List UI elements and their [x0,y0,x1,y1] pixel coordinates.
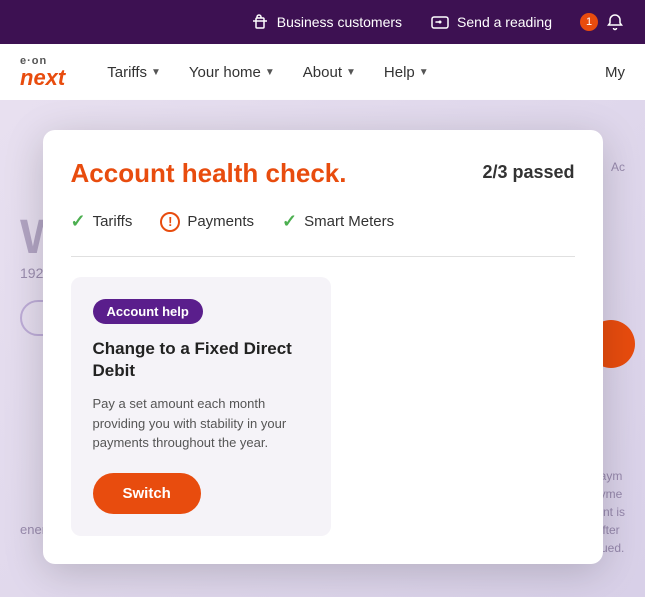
card-badge: Account help [93,299,203,324]
nav-items-container: Tariffs ▼ Your home ▼ About ▼ Help ▼ [95,56,605,89]
nav-my-account[interactable]: My [605,64,625,81]
check-payments-label: Payments [187,213,254,230]
nav-help[interactable]: Help ▼ [372,56,441,89]
briefcase-icon [250,12,270,32]
check-items-row: ✓ Tariffs ! Payments ✓ Smart Meters [71,211,575,232]
smart-meters-pass-icon: ✓ [282,211,297,232]
main-navigation: e·on next Tariffs ▼ Your home ▼ About ▼ … [0,44,645,100]
meter-icon [430,12,450,32]
send-reading-link[interactable]: Send a reading [430,12,552,32]
check-smart-meters: ✓ Smart Meters [282,211,394,232]
bell-icon [605,12,625,32]
tariffs-chevron-icon: ▼ [151,67,161,78]
card-title: Change to a Fixed Direct Debit [93,338,309,382]
business-customers-link[interactable]: Business customers [250,12,402,32]
modal-divider [71,256,575,257]
payments-warn-icon: ! [160,212,180,232]
nav-about-label: About [303,64,342,81]
account-help-card: Account help Change to a Fixed Direct De… [71,277,331,536]
logo-next-text: next [20,67,65,89]
help-chevron-icon: ▼ [419,67,429,78]
nav-your-home-label: Your home [189,64,261,81]
switch-button[interactable]: Switch [93,473,201,514]
notification-bell[interactable]: 1 [580,12,625,32]
check-tariffs-label: Tariffs [93,213,133,230]
modal-title: Account health check. [71,158,347,189]
nav-your-home[interactable]: Your home ▼ [177,56,287,89]
top-utility-bar: Business customers Send a reading 1 [0,0,645,44]
card-description: Pay a set amount each month providing yo… [93,394,309,453]
modal-score: 2/3 passed [482,162,574,183]
send-reading-label: Send a reading [457,14,552,30]
modal-overlay: Account health check. 2/3 passed ✓ Tarif… [0,100,645,597]
check-payments: ! Payments [160,212,254,232]
modal-header: Account health check. 2/3 passed [71,158,575,189]
nav-help-label: Help [384,64,415,81]
eon-next-logo[interactable]: e·on next [20,56,65,89]
check-tariffs: ✓ Tariffs [71,211,133,232]
tariffs-pass-icon: ✓ [71,211,86,232]
business-customers-label: Business customers [277,14,402,30]
nav-tariffs[interactable]: Tariffs ▼ [95,56,173,89]
about-chevron-icon: ▼ [346,67,356,78]
notification-count: 1 [580,13,598,31]
nav-my-label: My [605,64,625,81]
nav-tariffs-label: Tariffs [107,64,147,81]
check-smart-meters-label: Smart Meters [304,213,394,230]
your-home-chevron-icon: ▼ [265,67,275,78]
account-health-modal: Account health check. 2/3 passed ✓ Tarif… [43,130,603,564]
nav-about[interactable]: About ▼ [291,56,368,89]
